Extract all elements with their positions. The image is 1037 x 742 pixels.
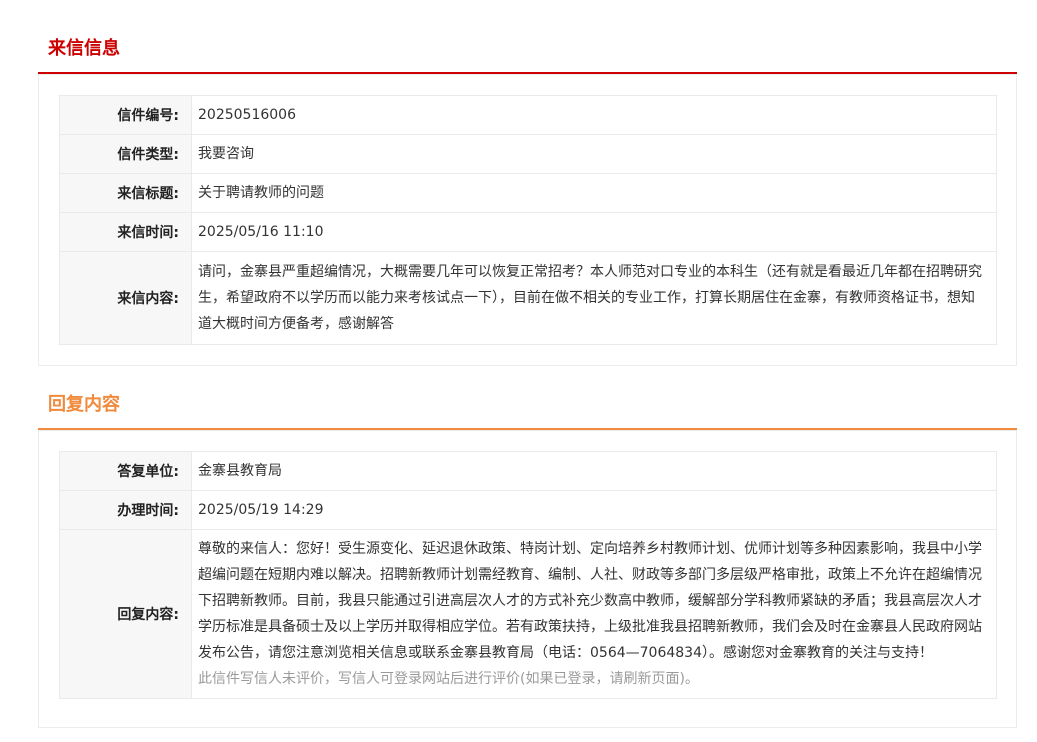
table-row: 来信时间: 2025/05/16 11:10 xyxy=(59,212,997,252)
reply-section-title: 回复内容 xyxy=(48,394,120,415)
reply-content-label: 回复内容: xyxy=(59,529,192,699)
table-row: 来信内容: 请问，金寨县严重超编情况，大概需要几年可以恢复正常招考？本人师范对口… xyxy=(59,251,997,345)
evaluation-note: 此信件写信人未评价，写信人可登录网站后进行评价(如果已登录，请刷新页面)。 xyxy=(198,671,699,687)
reply-content-value: 尊敬的来信人：您好！受生源变化、延迟退休政策、特岗计划、定向培养乡村教师计划、优… xyxy=(198,541,982,661)
letter-title-label: 来信标题: xyxy=(59,173,192,213)
letter-section-header: 来信信息 xyxy=(38,28,1017,74)
table-row: 来信标题: 关于聘请教师的问题 xyxy=(59,173,997,213)
letter-section-title: 来信信息 xyxy=(48,38,120,59)
letter-number-value: 20250516006 xyxy=(191,95,997,135)
reply-unit-value: 金寨县教育局 xyxy=(191,451,997,491)
letter-content-value: 请问，金寨县严重超编情况，大概需要几年可以恢复正常招考？本人师范对口专业的本科生… xyxy=(191,251,997,345)
reply-time-value: 2025/05/19 14:29 xyxy=(191,490,997,530)
reply-info-table: 答复单位: 金寨县教育局 办理时间: 2025/05/19 14:29 回复内容… xyxy=(59,451,997,699)
reply-time-label: 办理时间: xyxy=(59,490,192,530)
letter-type-value: 我要咨询 xyxy=(191,134,997,174)
table-row: 信件编号: 20250516006 xyxy=(59,95,997,135)
letter-type-label: 信件类型: xyxy=(59,134,192,174)
letter-time-value: 2025/05/16 11:10 xyxy=(191,212,997,252)
letter-content-label: 来信内容: xyxy=(59,251,192,345)
letter-info-table: 信件编号: 20250516006 信件类型: 我要咨询 来信标题: 关于聘请教… xyxy=(59,95,997,345)
letter-number-label: 信件编号: xyxy=(59,95,192,135)
table-row: 答复单位: 金寨县教育局 xyxy=(59,451,997,491)
table-row: 信件类型: 我要咨询 xyxy=(59,134,997,174)
letter-title-value: 关于聘请教师的问题 xyxy=(191,173,997,213)
letter-info-box: 信件编号: 20250516006 信件类型: 我要咨询 来信标题: 关于聘请教… xyxy=(38,74,1017,366)
table-row: 回复内容: 尊敬的来信人：您好！受生源变化、延迟退休政策、特岗计划、定向培养乡村… xyxy=(59,529,997,699)
reply-unit-label: 答复单位: xyxy=(59,451,192,491)
reply-content-cell: 尊敬的来信人：您好！受生源变化、延迟退休政策、特岗计划、定向培养乡村教师计划、优… xyxy=(191,529,997,699)
reply-section-header: 回复内容 xyxy=(38,384,1017,430)
table-row: 办理时间: 2025/05/19 14:29 xyxy=(59,490,997,530)
reply-info-box: 答复单位: 金寨县教育局 办理时间: 2025/05/19 14:29 回复内容… xyxy=(38,430,1017,728)
letter-time-label: 来信时间: xyxy=(59,212,192,252)
